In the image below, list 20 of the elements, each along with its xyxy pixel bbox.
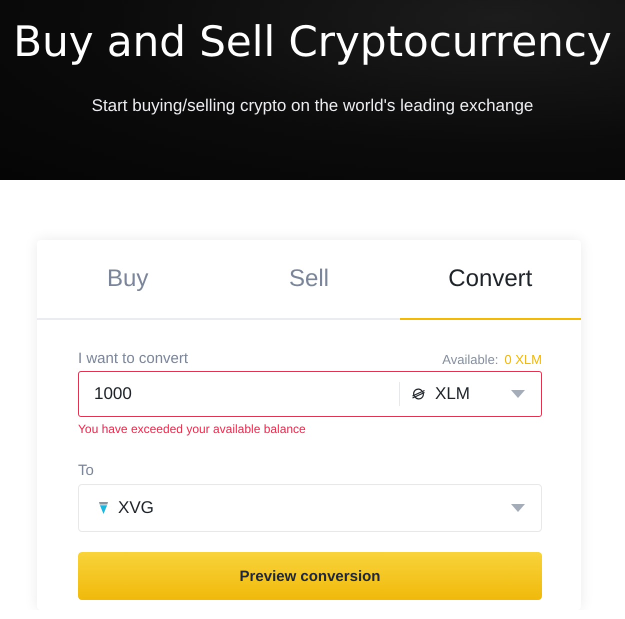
available-value: 0 XLM <box>504 352 542 367</box>
currency-select[interactable]: XLM <box>400 372 541 416</box>
field-label: I want to convert <box>78 350 188 367</box>
currency-name: XLM <box>435 384 471 404</box>
field-label: To <box>78 462 94 479</box>
currency-name: XVG <box>118 498 155 518</box>
amount-field[interactable]: 1000 XLM <box>78 371 542 417</box>
preview-button[interactable]: Preview conversion <box>78 552 542 600</box>
caret-icon <box>511 390 525 398</box>
triangle-icon <box>99 502 108 514</box>
available-label: Available: <box>442 352 498 367</box>
slashed-circle-icon <box>412 388 425 400</box>
currency-select[interactable]: XVG <box>78 484 542 532</box>
page-title: Buy and Sell Cryptocurrency <box>13 16 612 68</box>
caret-icon <box>511 504 525 512</box>
page-subtitle: Start buying/selling crypto on the world's leading exchange <box>92 96 534 116</box>
tab[interactable]: Sell <box>218 240 400 320</box>
tab[interactable]: Buy <box>37 240 218 320</box>
error-message: You have exceeded your available balance <box>78 422 306 436</box>
tab[interactable]: Convert <box>400 240 581 320</box>
